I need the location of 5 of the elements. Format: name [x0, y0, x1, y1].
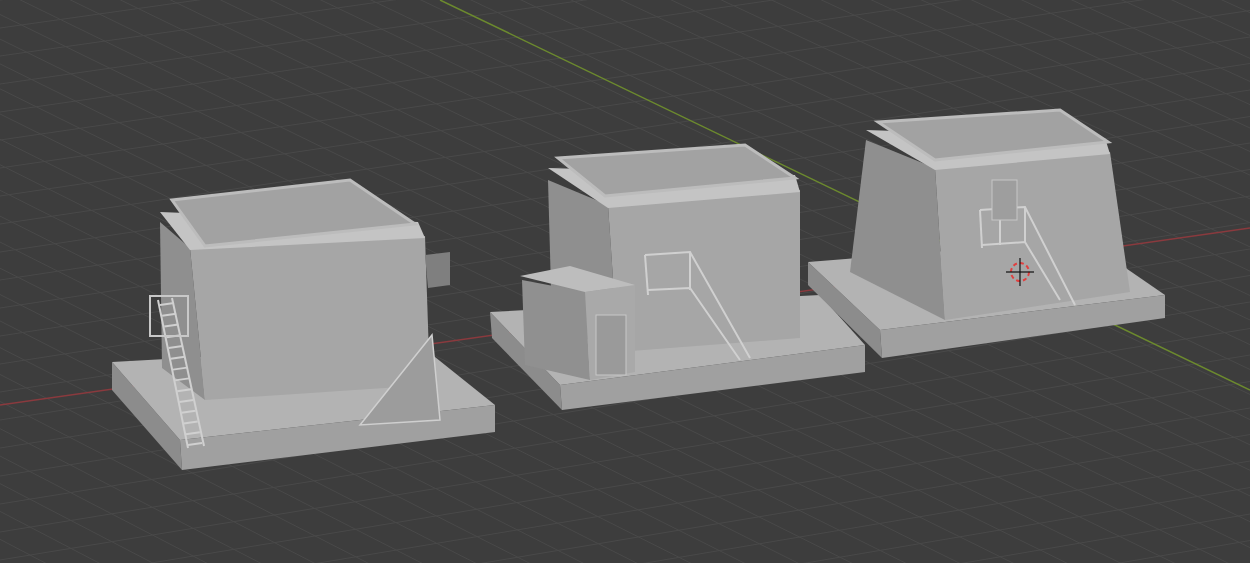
block-drawing — [425, 252, 450, 288]
crosshair-cursor-icon[interactable] — [1005, 257, 1035, 287]
building-drawing[interactable] — [808, 108, 1165, 358]
door-drawing — [991, 179, 1018, 221]
building-drawing[interactable] — [112, 178, 495, 470]
